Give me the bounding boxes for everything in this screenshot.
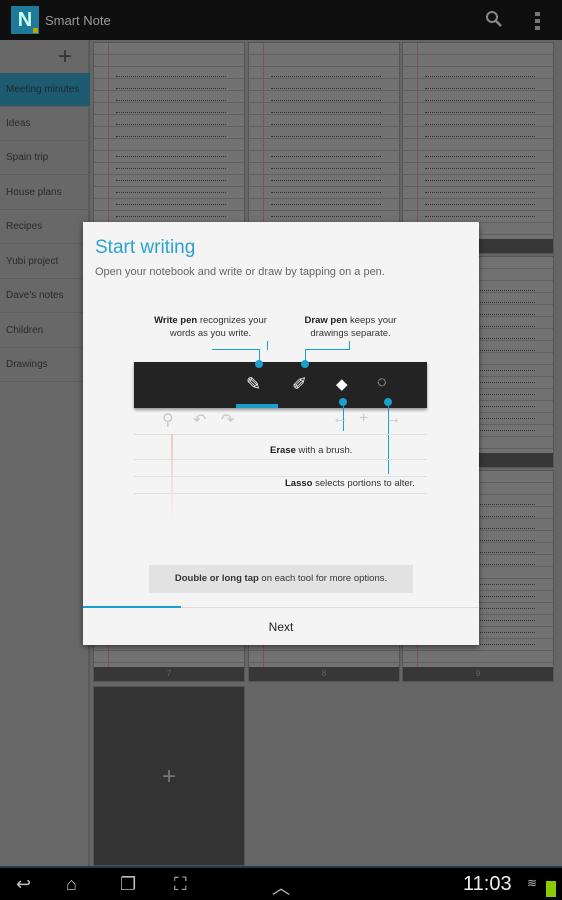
add-page-button[interactable]: +: [93, 686, 245, 866]
battery-icon: [546, 881, 556, 897]
home-icon[interactable]: ⌂: [66, 874, 77, 895]
add-icon: +: [359, 410, 369, 427]
tip-box: Double or long tap on each tool for more…: [149, 565, 413, 593]
lasso-icon[interactable]: ◌: [377, 374, 387, 392]
undo-icon: ↶: [193, 412, 207, 429]
redo-icon: ↷: [221, 412, 235, 429]
write-pen-caption: Write pen recognizes your words as you w…: [154, 315, 267, 339]
screenshot-icon[interactable]: ⛶: [174, 874, 187, 895]
sidebar-item-ideas[interactable]: Ideas: [0, 107, 90, 141]
tutorial-progress: [83, 606, 479, 608]
sidebar-item-yubi-project[interactable]: Yubi project: [0, 245, 90, 279]
draw-pen-caption: Draw pen keeps your drawings separate.: [304, 315, 397, 339]
erase-caption: Erase with a brush.: [270, 445, 353, 456]
logo-letter: N: [17, 9, 33, 31]
add-notebook-button[interactable]: +: [58, 45, 72, 69]
sidebar-item-daves-notes[interactable]: Dave's notes: [0, 279, 90, 313]
next-button[interactable]: Next: [83, 609, 479, 645]
system-nav-bar: ↩ ⌂ ❐ ⛶ ︿ 11:03 ≋: [0, 866, 562, 900]
overflow-menu-icon[interactable]: [535, 12, 541, 30]
app-logo: N: [11, 6, 39, 34]
sidebar-item-drawings[interactable]: Drawings: [0, 348, 90, 382]
zoom-icon: ⚲: [162, 412, 174, 429]
selected-tool-indicator: [236, 404, 278, 408]
wifi-icon: ≋: [527, 876, 538, 890]
recent-apps-icon[interactable]: ❐: [120, 874, 136, 895]
expand-up-icon[interactable]: ︿: [272, 874, 290, 900]
start-writing-dialog: Start writing Open your notebook and wri…: [83, 222, 479, 645]
sidebar-item-children[interactable]: Children: [0, 314, 90, 348]
search-icon[interactable]: [485, 10, 503, 28]
notebook-sidebar: + Meeting minutes Ideas Spain trip House…: [0, 40, 90, 866]
page-number: 9: [403, 667, 553, 681]
sidebar-item-recipes[interactable]: Recipes: [0, 210, 90, 244]
lasso-caption: Lasso selects portions to alter.: [285, 478, 415, 489]
write-pen-icon[interactable]: ✎: [246, 374, 261, 395]
page-number: 7: [94, 667, 244, 681]
back-icon[interactable]: ↩: [16, 874, 31, 895]
sidebar-item-spain-trip[interactable]: Spain trip: [0, 141, 90, 175]
eraser-icon[interactable]: ◆: [336, 375, 348, 393]
sidebar-item-meeting-minutes[interactable]: Meeting minutes: [0, 73, 90, 107]
action-bar: N Smart Note: [0, 0, 562, 40]
dialog-subtitle: Open your notebook and write or draw by …: [95, 266, 385, 278]
page-number: 8: [249, 667, 399, 681]
next-page-icon: →: [385, 410, 401, 427]
clock: 11:03: [463, 873, 512, 895]
sidebar-item-house-plans[interactable]: House plans: [0, 176, 90, 210]
draw-pen-icon[interactable]: ✐: [292, 374, 307, 395]
dialog-title: Start writing: [95, 237, 196, 258]
prev-page-icon: ←: [332, 410, 348, 427]
app-title: Smart Note: [45, 12, 111, 28]
